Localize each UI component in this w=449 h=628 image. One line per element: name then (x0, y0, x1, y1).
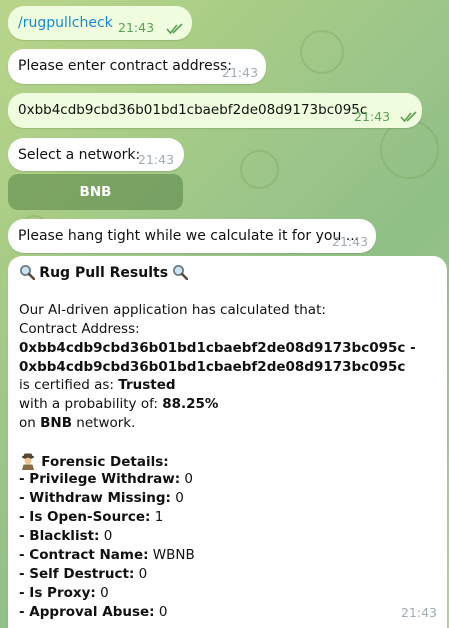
network-prefix: on (19, 415, 41, 431)
detail-self-destruct: - Self Destruct: 0 (19, 566, 147, 582)
message-rug-pull-results: Rug Pull Results Our AI-driven applicati… (8, 256, 447, 628)
forensic-title: Forensic Details: (41, 454, 169, 470)
probability-row: with a probability of: 88.25% (19, 396, 218, 412)
results-intro: Our AI-driven application has calculated… (19, 302, 326, 318)
detail-value: 0 (95, 585, 109, 601)
detail-withdraw-missing: - Withdraw Missing: 0 (19, 490, 184, 506)
message-time: 21:43 (332, 234, 369, 249)
message-hang-tight: Please hang tight while we calculate it … (8, 219, 376, 253)
magnifying-glass-icon (20, 265, 35, 280)
certified-value: Trusted (118, 377, 176, 393)
network-value: BNB (40, 415, 72, 431)
detail-blacklist: - Blacklist: 0 (19, 528, 112, 544)
message-command[interactable]: /rugpullcheck 21:43 (8, 6, 192, 40)
detail-value: 0 (99, 528, 113, 544)
message-enter-contract: Please enter contract address: 21:43 (8, 49, 266, 84)
background-doodle (380, 120, 439, 179)
detail-value: 0 (134, 566, 148, 582)
message-text[interactable]: /rugpullcheck (18, 15, 113, 31)
contract-address-line-1: 0xbb4cdb9cbd36b01bd1cbaebf2de08d9173bc09… (19, 340, 416, 356)
network-suffix: network. (72, 415, 136, 431)
detective-icon (22, 453, 34, 470)
double-check-icon (400, 111, 417, 123)
detail-approval-abuse: - Approval Abuse: 0 (19, 604, 167, 620)
detail-label: - Is Proxy: (19, 585, 96, 601)
detail-label: - Self Destruct: (19, 566, 135, 582)
detail-value: 0 (180, 471, 193, 487)
contract-address-line-2: 0xbb4cdb9cbd36b01bd1cbaebf2de08d9173bc09… (19, 359, 406, 375)
probability-prefix: with a probability of: (19, 396, 163, 412)
message-text: 0xbb4cdb9cbd36b01bd1cbaebf2de08d9173bc09… (18, 102, 368, 118)
results-title-row: Rug Pull Results (19, 264, 189, 281)
message-time: 21:43 (138, 152, 175, 167)
message-time: 21:43 (222, 65, 259, 80)
certified-row: is certified as: Trusted (19, 377, 176, 393)
forensic-title-row: Forensic Details: (19, 452, 169, 470)
network-button-bnb[interactable]: BNB (8, 174, 183, 210)
message-text: Please hang tight while we calculate it … (18, 228, 360, 244)
detail-contract-name: - Contract Name: WBNB (19, 547, 195, 563)
message-time: 21:43 (400, 605, 437, 620)
network-row: on BNB network. (19, 415, 135, 431)
message-time: 21:43 (354, 109, 391, 124)
detail-is-proxy: - Is Proxy: 0 (19, 585, 109, 601)
certified-prefix: is certified as: (19, 377, 119, 393)
detail-value: WBNB (148, 547, 195, 563)
background-doodle (300, 30, 344, 74)
magnifying-glass-icon (173, 265, 189, 280)
message-text: Please enter contract address: (18, 58, 232, 74)
message-select-network: Select a network: 21:43 (8, 138, 184, 171)
message-time: 21:43 (118, 20, 155, 35)
detail-label: - Approval Abuse: (19, 604, 155, 620)
message-contract-address: 0xbb4cdb9cbd36b01bd1cbaebf2de08d9173bc09… (8, 93, 422, 128)
detail-label: - Withdraw Missing: (19, 490, 171, 506)
message-text: Select a network: (18, 147, 141, 163)
background-doodle (240, 150, 279, 189)
contract-address-label: Contract Address: (19, 321, 140, 337)
detail-value: 1 (150, 509, 164, 525)
probability-value: 88.25% (162, 396, 219, 412)
detail-label: - Is Open-Source: (19, 509, 151, 525)
detail-value: 0 (154, 604, 168, 620)
detail-label: - Contract Name: (19, 547, 149, 563)
detail-value: 0 (170, 490, 184, 506)
detail-privilege-withdraw: - Privilege Withdraw: 0 (19, 471, 193, 487)
detail-is-open-source: - Is Open-Source: 1 (19, 509, 163, 525)
detail-label: - Blacklist: (19, 528, 100, 544)
detail-label: - Privilege Withdraw: (19, 471, 181, 487)
double-check-icon (166, 23, 183, 35)
results-title: Rug Pull Results (39, 265, 169, 281)
